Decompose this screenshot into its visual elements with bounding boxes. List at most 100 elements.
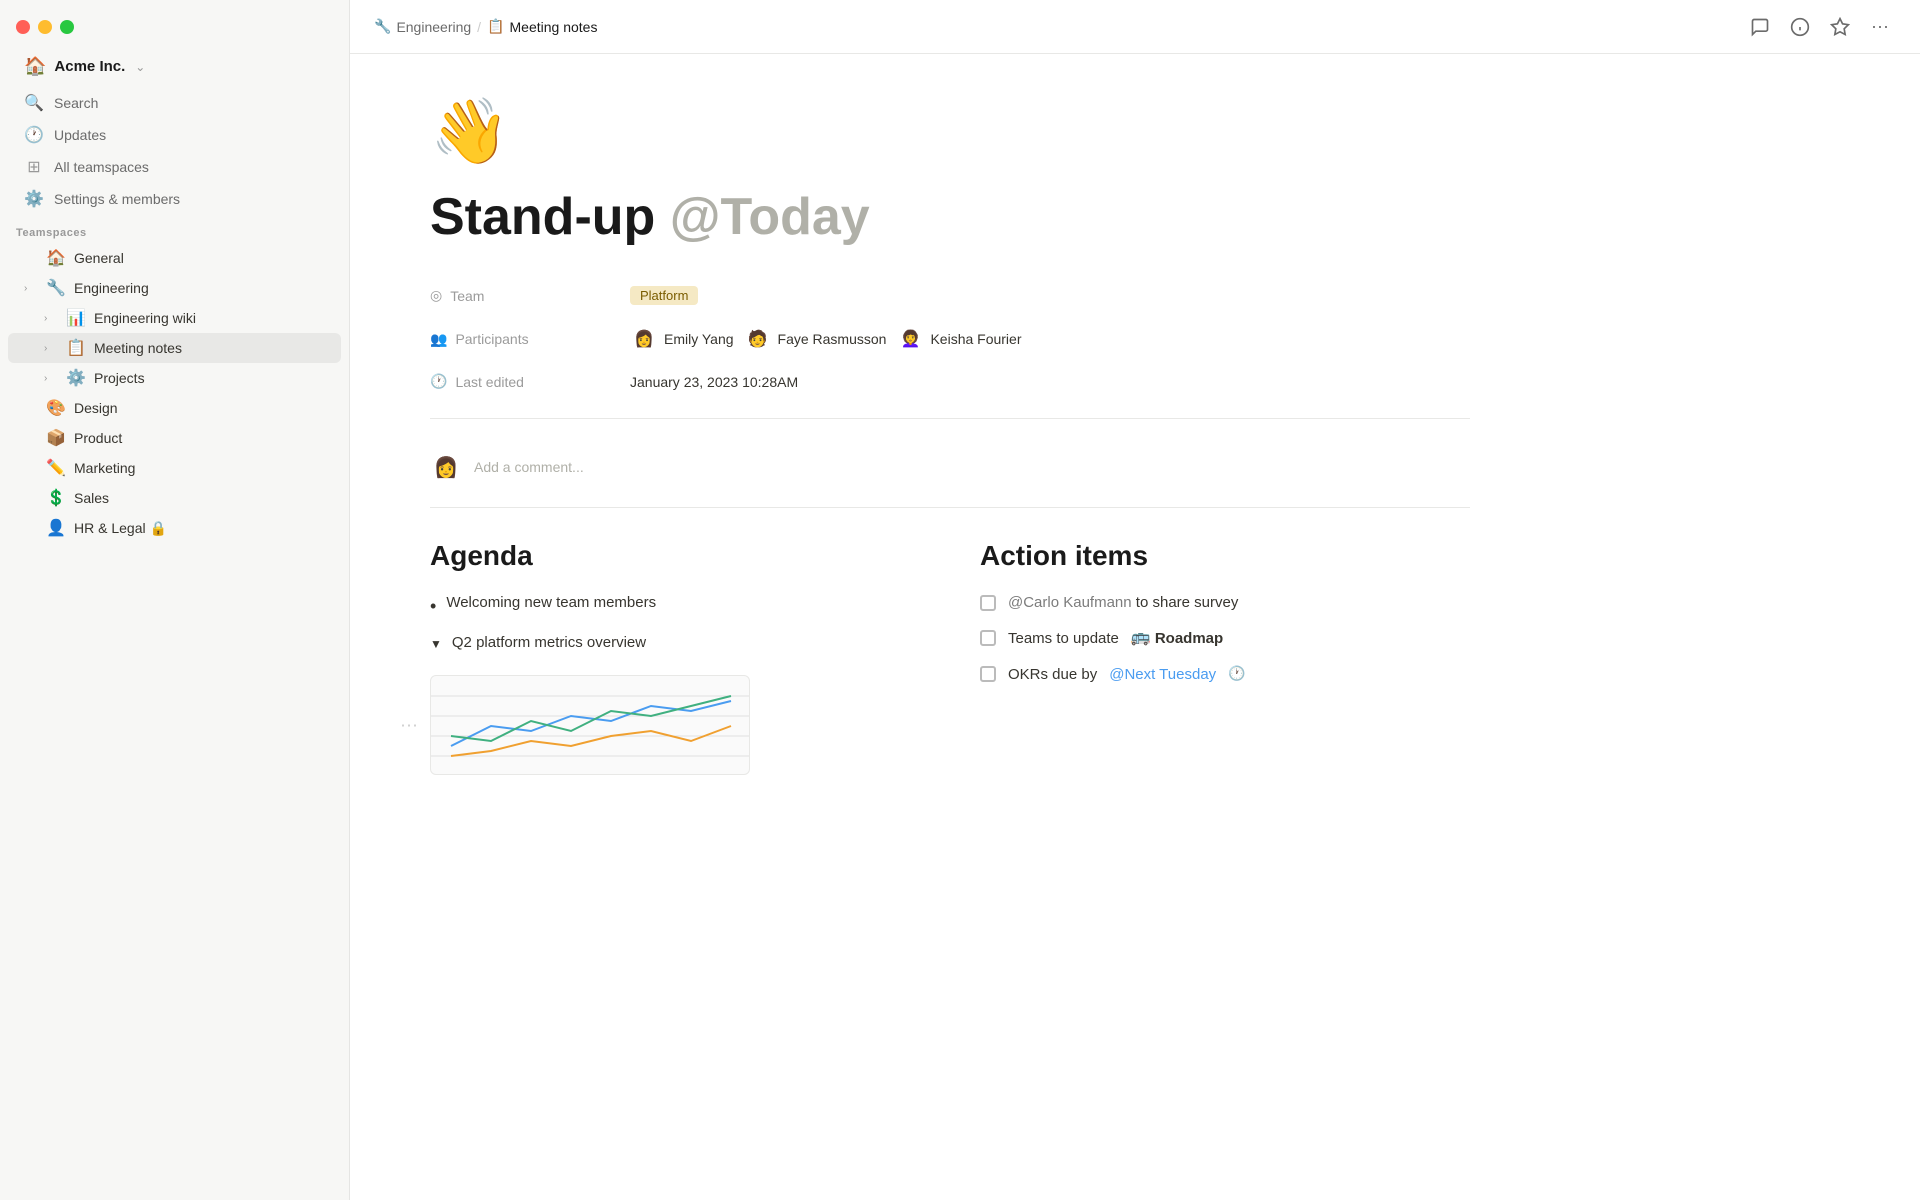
workspace-chevron-icon: ⌄ [135, 60, 145, 74]
close-button[interactable] [16, 20, 30, 34]
agenda-item-1-text: Welcoming new team members [446, 592, 656, 615]
sidebar-item-all-teamspaces[interactable]: ⊞ All teamspaces [8, 151, 341, 183]
star-button[interactable] [1824, 11, 1856, 43]
action-item-3: OKRs due by @Next Tuesday 🕐 [980, 664, 1470, 685]
sidebar-item-sales[interactable]: 💲 Sales [8, 483, 341, 513]
more-dots-icon[interactable]: ··· [400, 714, 418, 735]
sidebar-item-design[interactable]: 🎨 Design [8, 393, 341, 423]
breadcrumb-parent-icon: 🔧 [374, 18, 391, 35]
engineering-wiki-icon: 📊 [66, 308, 86, 328]
sidebar: 🏠 Acme Inc. ⌄ 🔍 Search 🕐 Updates ⊞ All t… [0, 0, 350, 1200]
window-controls [0, 12, 349, 50]
more-button[interactable]: ··· [1864, 11, 1896, 43]
search-icon: 🔍 [24, 93, 44, 113]
agenda-item-2-text: Q2 platform metrics overview [452, 632, 646, 655]
sidebar-item-projects[interactable]: › ⚙️ Projects [8, 363, 341, 393]
sidebar-item-sales-label: Sales [74, 490, 109, 506]
agenda-title: Agenda [430, 540, 920, 572]
faye-avatar: 🧑 [744, 325, 772, 353]
sidebar-item-engineering-wiki[interactable]: › 📊 Engineering wiki [8, 303, 341, 333]
sidebar-item-general[interactable]: 🏠 General [8, 243, 341, 273]
sidebar-item-meeting-notes[interactable]: › 📋 Meeting notes [8, 333, 341, 363]
last-edited-property-value: January 23, 2023 10:28AM [630, 374, 798, 390]
participants-icon: 👥 [430, 331, 447, 348]
team-property-value[interactable]: Platform [630, 286, 698, 305]
chart-preview [430, 675, 750, 775]
participant-emily: 👩 Emily Yang [630, 325, 734, 353]
page-emoji: 👋 [430, 94, 1470, 169]
sidebar-item-settings-label: Settings & members [54, 191, 180, 207]
sidebar-item-meeting-notes-label: Meeting notes [94, 340, 182, 356]
agenda-item-1: • Welcoming new team members [430, 592, 920, 620]
action-checkbox-3[interactable] [980, 666, 996, 682]
product-icon: 📦 [46, 428, 66, 448]
sidebar-item-settings[interactable]: ⚙️ Settings & members [8, 183, 341, 215]
reminder-icon: 🕐 [1228, 664, 1245, 684]
topbar: 🔧 Engineering / 📋 Meeting notes ··· [350, 0, 1920, 54]
team-property-label: ◎ Team [430, 287, 630, 304]
breadcrumb-current-label: Meeting notes [510, 19, 598, 35]
sidebar-item-hr-legal[interactable]: 👤 HR & Legal 🔒 [8, 513, 341, 543]
team-icon: ◎ [430, 287, 442, 304]
last-edited-property-label: 🕐 Last edited [430, 373, 630, 390]
engineering-wiki-chevron-icon: › [44, 313, 58, 324]
chart-svg [431, 676, 750, 775]
sidebar-item-engineering-label: Engineering [74, 280, 149, 296]
participant-keisha: 👩‍🦱 Keisha Fourier [896, 325, 1021, 353]
page-title: Stand-up @Today [430, 189, 1470, 246]
engineering-icon: 🔧 [46, 278, 66, 298]
page-body: 👋 Stand-up @Today ◎ Team Platform 👥 Part… [350, 54, 1550, 1200]
roadmap-icon: 🚌 [1131, 627, 1151, 649]
sidebar-item-updates-label: Updates [54, 127, 106, 143]
info-button[interactable] [1784, 11, 1816, 43]
roadmap-label: Roadmap [1155, 628, 1223, 649]
last-edited-label-text: Last edited [455, 374, 524, 390]
breadcrumb-current-icon: 📋 [487, 18, 504, 35]
topbar-actions: ··· [1744, 11, 1896, 43]
action-item-3-text: OKRs due by [1008, 664, 1097, 685]
sidebar-item-engineering[interactable]: › 🔧 Engineering [8, 273, 341, 303]
general-icon: 🏠 [46, 248, 66, 268]
chart-container: ··· [430, 675, 920, 775]
main-content: 🔧 Engineering / 📋 Meeting notes ··· [350, 0, 1920, 1200]
sidebar-item-general-label: General [74, 250, 124, 266]
participants-property-value[interactable]: 👩 Emily Yang 🧑 Faye Rasmusson 👩‍🦱 Keisha… [630, 325, 1022, 353]
sidebar-item-marketing[interactable]: ✏️ Marketing [8, 453, 341, 483]
participants-label-text: Participants [455, 331, 528, 347]
comment-button[interactable] [1744, 11, 1776, 43]
design-icon: 🎨 [46, 398, 66, 418]
action-checkbox-2[interactable] [980, 630, 996, 646]
page-title-gray: @Today [670, 188, 870, 246]
comment-bar[interactable]: 👩 Add a comment... [430, 439, 1470, 508]
action-item-1-text: @Carlo Kaufmann to share survey [1008, 592, 1238, 613]
maximize-button[interactable] [60, 20, 74, 34]
action-items-title: Action items [980, 540, 1470, 572]
meeting-notes-icon: 📋 [66, 338, 86, 358]
sidebar-item-product[interactable]: 📦 Product [8, 423, 341, 453]
sidebar-item-product-label: Product [74, 430, 122, 446]
property-row-last-edited: 🕐 Last edited January 23, 2023 10:28AM [430, 365, 1470, 398]
action-items-column: Action items @Carlo Kaufmann to share su… [980, 540, 1470, 775]
action-list: @Carlo Kaufmann to share survey Teams to… [980, 592, 1470, 684]
minimize-button[interactable] [38, 20, 52, 34]
sidebar-item-updates[interactable]: 🕐 Updates [8, 119, 341, 151]
agenda-column: Agenda • Welcoming new team members ▼ Q2… [430, 540, 920, 775]
property-row-participants: 👥 Participants 👩 Emily Yang 🧑 Faye Rasmu… [430, 317, 1470, 361]
breadcrumb-current[interactable]: 📋 Meeting notes [487, 18, 597, 35]
action-item-2-text: Teams to update [1008, 628, 1119, 649]
last-edited-value: January 23, 2023 10:28AM [630, 374, 798, 390]
participants-property-label: 👥 Participants [430, 331, 630, 348]
sidebar-item-marketing-label: Marketing [74, 460, 135, 476]
sales-icon: 💲 [46, 488, 66, 508]
sidebar-item-search[interactable]: 🔍 Search [8, 87, 341, 119]
action-item-2: Teams to update 🚌 Roadmap [980, 627, 1470, 649]
comment-input[interactable]: Add a comment... [474, 459, 584, 475]
faye-name: Faye Rasmusson [778, 331, 887, 347]
breadcrumb: 🔧 Engineering / 📋 Meeting notes [374, 18, 597, 35]
next-tuesday-link[interactable]: @Next Tuesday [1109, 664, 1216, 685]
action-checkbox-1[interactable] [980, 595, 996, 611]
action-item-1: @Carlo Kaufmann to share survey [980, 592, 1470, 613]
workspace-selector[interactable]: 🏠 Acme Inc. ⌄ [8, 50, 341, 83]
breadcrumb-parent[interactable]: 🔧 Engineering [374, 18, 471, 35]
page-title-black: Stand-up [430, 188, 655, 246]
